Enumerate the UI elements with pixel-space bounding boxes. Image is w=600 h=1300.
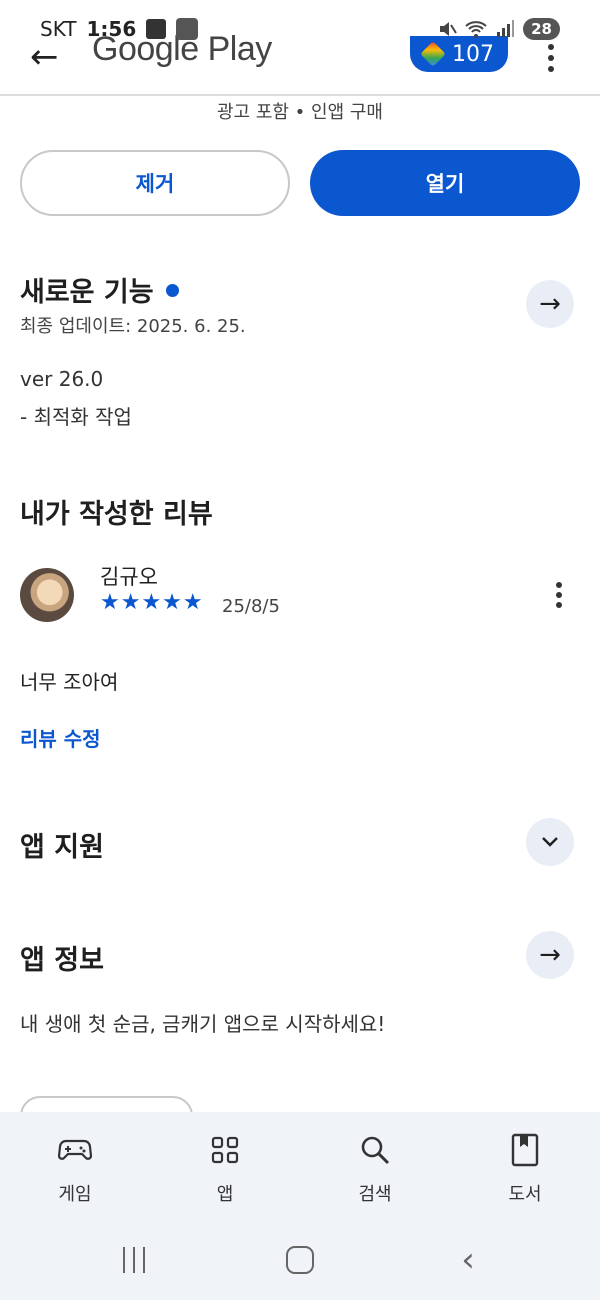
notification-icon: [146, 19, 167, 39]
search-icon: [357, 1132, 393, 1168]
bottom-navigation: 게임 앱 검색 도서: [0, 1112, 600, 1222]
home-icon[interactable]: [282, 1240, 318, 1280]
review-text: 너무 조아여: [20, 670, 119, 694]
star-rating: ★★★★★: [100, 590, 204, 615]
status-bar: SKT 1:56 28: [0, 0, 600, 58]
release-notes-text: - 최적화 작업: [20, 405, 132, 429]
wifi-icon: [465, 21, 487, 38]
nav-search[interactable]: 검색: [300, 1112, 450, 1222]
signal-icon: [497, 20, 515, 37]
nav-games-label: 게임: [58, 1184, 92, 1205]
whats-new-arrow-button[interactable]: →: [526, 280, 574, 328]
reviewer-name: 김규오: [100, 565, 158, 589]
battery-indicator: 28: [523, 18, 560, 40]
gamepad-icon: [57, 1132, 93, 1168]
app-support-heading: 앱 지원: [20, 832, 104, 863]
book-icon: [507, 1132, 543, 1168]
last-updated-text: 최종 업데이트: 2025. 6. 25.: [20, 316, 246, 337]
app-support-expand-button[interactable]: [526, 818, 574, 866]
review-date: 25/8/5: [222, 596, 280, 617]
uninstall-button[interactable]: 제거: [20, 150, 290, 216]
nav-books[interactable]: 도서: [450, 1112, 600, 1222]
open-button[interactable]: 열기: [310, 150, 580, 216]
review-more-icon[interactable]: [556, 582, 562, 608]
nav-apps-label: 앱: [216, 1184, 234, 1205]
edit-review-link[interactable]: 리뷰 수정: [20, 723, 101, 752]
version-text: ver 26.0: [20, 367, 104, 391]
nav-games[interactable]: 게임: [0, 1112, 150, 1222]
clock: 1:56: [86, 17, 137, 41]
my-review-heading: 내가 작성한 리뷰: [20, 499, 213, 530]
apps-grid-icon: [207, 1132, 243, 1168]
app-info-arrow-button[interactable]: →: [526, 931, 574, 979]
webtoon-notification-icon: [176, 18, 199, 40]
chevron-down-icon: [542, 837, 558, 847]
arrow-right-icon: →: [539, 289, 561, 319]
carrier-label: SKT: [40, 17, 77, 41]
recent-apps-icon[interactable]: [114, 1240, 154, 1280]
mute-icon: [440, 22, 457, 36]
nav-search-label: 검색: [358, 1184, 392, 1205]
system-back-icon[interactable]: ‹: [450, 1240, 486, 1280]
arrow-right-icon: →: [539, 940, 561, 970]
avatar: [20, 568, 74, 622]
app-description: 내 생애 첫 순금, 금캐기 앱으로 시작하세요!: [20, 1012, 386, 1036]
ads-info: 광고 포함 • 인앱 구매: [217, 102, 383, 123]
new-indicator-dot: [165, 284, 179, 297]
system-navigation-bar: ‹: [0, 1222, 600, 1300]
app-info-heading: 앱 정보: [20, 945, 104, 976]
nav-books-label: 도서: [508, 1184, 542, 1205]
whats-new-heading: 새로운 기능: [20, 270, 179, 309]
nav-apps[interactable]: 앱: [150, 1112, 300, 1222]
